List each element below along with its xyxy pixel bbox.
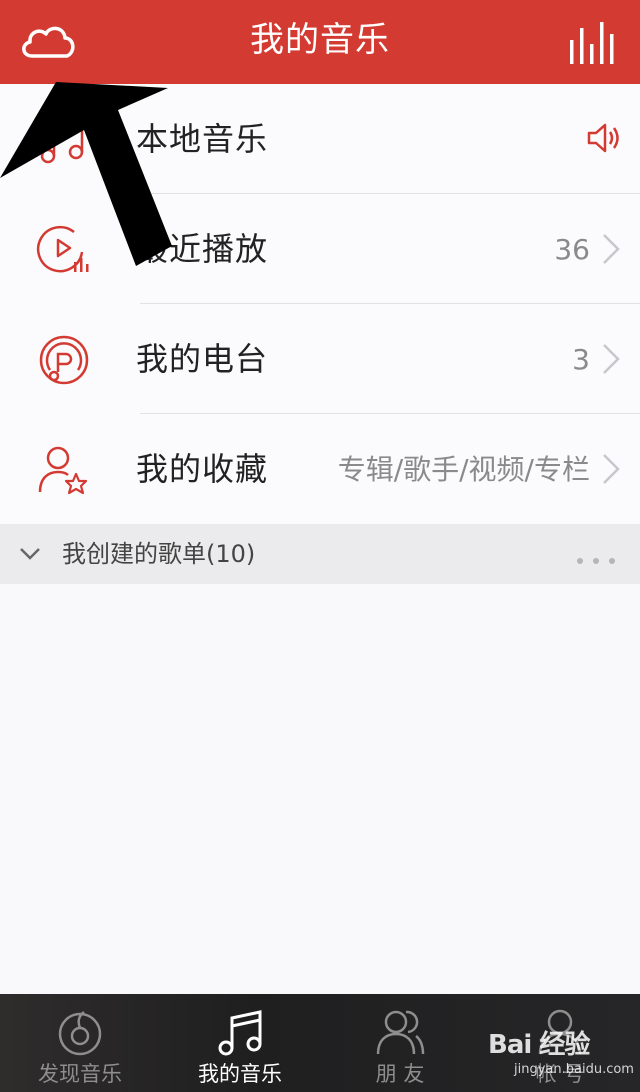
annotation-arrow — [0, 70, 190, 270]
app-screen: 我的音乐 本地音乐 最近播放 36 我的电台 3 我的收藏 专辑/歌手/视频/专… — [0, 0, 640, 1092]
speaker-icon — [586, 120, 622, 156]
created-playlists-header[interactable]: 我创建的歌单(10) — [0, 524, 640, 584]
friends-icon — [374, 1006, 426, 1058]
baidu-jingyan-watermark: Bai 经验 jingyan.baidu.com — [488, 1024, 638, 1086]
tab-discover[interactable]: 发现音乐 — [0, 994, 160, 1092]
tab-my-music[interactable]: 我的音乐 — [160, 994, 320, 1092]
row-label: 我的电台 — [136, 340, 269, 378]
chevron-right-icon — [600, 342, 622, 376]
page-title: 我的音乐 — [250, 20, 390, 60]
chevron-right-icon — [600, 452, 622, 486]
section-label: 我创建的歌单(10) — [62, 540, 256, 568]
favorites-icon — [36, 442, 92, 498]
music-note-icon — [214, 1006, 266, 1058]
watermark-url: jingyan.baidu.com — [514, 1062, 634, 1077]
radio-icon — [36, 332, 92, 388]
row-label: 我的收藏 — [136, 450, 269, 488]
my-favorites-row[interactable]: 我的收藏 专辑/歌手/视频/专栏 — [0, 414, 640, 524]
tab-label: 我的音乐 — [198, 1062, 282, 1086]
recent-count: 36 — [554, 233, 590, 266]
tab-friends[interactable]: 朋 友 — [320, 994, 480, 1092]
chevron-down-icon[interactable] — [18, 544, 42, 564]
chevron-right-icon — [600, 232, 622, 266]
more-dots-icon[interactable] — [576, 550, 616, 564]
watermark-main: Bai 经验 — [488, 1030, 590, 1060]
discover-icon — [54, 1006, 106, 1058]
radio-count: 3 — [572, 343, 590, 376]
tab-label: 发现音乐 — [38, 1062, 122, 1086]
tab-label: 朋 友 — [375, 1062, 425, 1086]
equalizer-bars-icon[interactable] — [566, 18, 616, 66]
favorites-categories: 专辑/歌手/视频/专栏 — [337, 453, 590, 486]
my-radio-row[interactable]: 我的电台 3 — [0, 304, 640, 414]
